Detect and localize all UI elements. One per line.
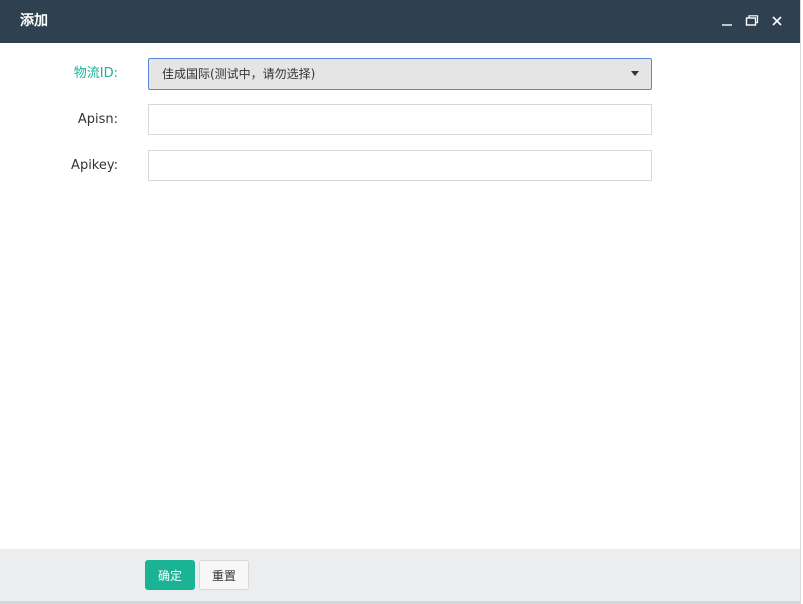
logistics-id-select[interactable]: 佳成国际(测试中，请勿选择) [148, 58, 652, 90]
logistics-id-label: 物流ID: [73, 66, 118, 81]
caret-down-icon [631, 71, 639, 76]
dialog-titlebar[interactable]: 添加 [0, 0, 800, 43]
confirm-button[interactable]: 确定 [145, 560, 195, 590]
reset-button[interactable]: 重置 [199, 560, 249, 590]
close-icon[interactable] [768, 12, 786, 30]
maximize-icon[interactable] [743, 12, 761, 30]
logistics-id-selected-value: 佳成国际(测试中，请勿选择) [162, 67, 316, 81]
dialog-footer: 确定 重置 [0, 549, 800, 604]
logistics-id-row: 物流ID: 佳成国际(测试中，请勿选择) [0, 58, 800, 90]
apisn-label: Apisn: [77, 112, 118, 127]
dialog-title: 添加 [20, 13, 48, 29]
dialog-body: 物流ID: 佳成国际(测试中，请勿选择) Apisn: Apikey: [0, 43, 800, 549]
minimize-icon[interactable] [718, 12, 736, 30]
apisn-input[interactable] [148, 104, 652, 135]
apisn-row: Apisn: [0, 104, 800, 136]
add-dialog: 添加 物流ID: 佳成国际(测试中，请勿选择) Apisn: Apikey: 确… [0, 0, 801, 604]
apikey-row: Apikey: [0, 150, 800, 182]
apikey-input[interactable] [148, 150, 652, 181]
apikey-label: Apikey: [71, 158, 118, 173]
